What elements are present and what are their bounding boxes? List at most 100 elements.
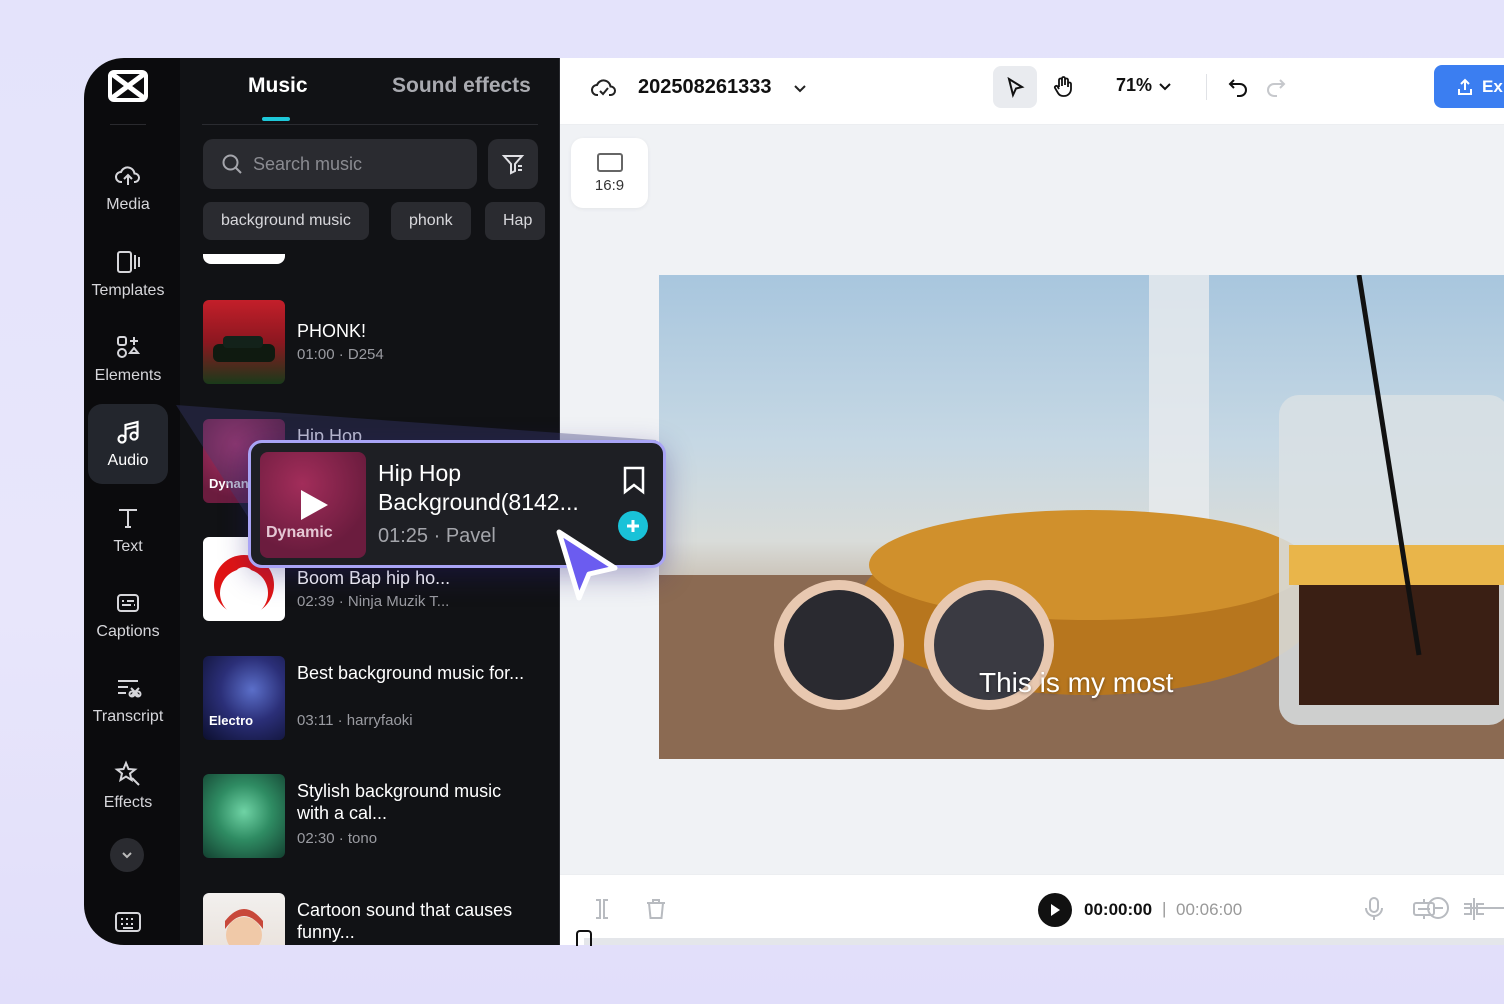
tab-music[interactable]: Music <box>248 74 308 98</box>
split-screen-icon[interactable] <box>1460 895 1488 923</box>
split-icon[interactable] <box>588 895 616 923</box>
delete-icon[interactable] <box>642 895 670 923</box>
export-icon <box>1458 78 1472 95</box>
nav-item-text[interactable]: Text <box>88 490 168 570</box>
previous-item-edge <box>203 254 285 264</box>
rail-divider <box>110 124 146 125</box>
genre-tag: Dynamic <box>266 524 333 541</box>
popup-thumbnail: Dynamic <box>260 452 366 558</box>
list-item[interactable]: Electro Best background music for... 03:… <box>203 656 543 740</box>
play-icon[interactable] <box>298 488 330 522</box>
chip-background-music[interactable]: background music <box>203 202 369 240</box>
filter-icon <box>501 155 525 175</box>
popup-meta: 01:25 · Pavel <box>378 525 496 547</box>
chip-happy[interactable]: Hap <box>485 202 545 240</box>
search-input[interactable] <box>253 153 453 175</box>
chip-phonk[interactable]: phonk <box>391 202 471 240</box>
track-thumbnail <box>203 774 285 858</box>
redo-icon[interactable] <box>1264 75 1288 99</box>
popup-title: Hip Hop Background(8142... <box>378 460 579 515</box>
nav-item-audio[interactable]: Audio <box>88 404 168 484</box>
undo-icon[interactable] <box>1226 75 1250 99</box>
search-box <box>203 139 477 189</box>
toolbar-divider <box>1206 74 1207 100</box>
bookmark-button[interactable] <box>617 463 651 497</box>
search-icon <box>222 154 242 174</box>
transcript-icon <box>118 680 142 698</box>
aspect-ratio-button[interactable]: 16:9 <box>571 138 648 208</box>
nav-item-captions[interactable]: Captions <box>88 575 168 655</box>
track-title: Boom Bap hip ho... <box>297 568 451 588</box>
timeline-track[interactable] <box>584 938 1504 945</box>
filter-button[interactable] <box>488 139 538 189</box>
cloud-upload-icon <box>115 166 140 185</box>
nav-item-label: Text <box>113 538 143 555</box>
nav-item-label: Media <box>106 196 150 213</box>
track-meta: 02:30 · tono <box>297 830 378 847</box>
cloud-sync-icon[interactable] <box>590 75 618 99</box>
pointer-icon <box>1007 76 1025 98</box>
video-canvas[interactable]: This is my most <box>659 275 1504 759</box>
genre-tag: Electro <box>209 713 254 728</box>
text-icon <box>119 509 137 528</box>
mouse-cursor-icon <box>556 529 618 601</box>
nav-item-effects[interactable]: Effects <box>88 746 168 826</box>
zoom-out-icon[interactable] <box>1424 894 1452 922</box>
nav-item-label: Transcript <box>92 708 164 725</box>
list-item[interactable]: Stylish background music with a cal... 0… <box>203 774 543 858</box>
nav-rail: Media Templates Elements Audio Text Capt… <box>84 58 180 945</box>
tab-sound-effects[interactable]: Sound effects <box>392 74 531 98</box>
nav-item-label: Elements <box>94 367 162 384</box>
music-note-icon <box>117 420 139 444</box>
export-button[interactable]: Ex <box>1434 65 1504 108</box>
nav-item-label: Effects <box>103 794 153 811</box>
track-meta: 03:11 · harryfaoki <box>297 712 413 729</box>
track-thumbnail: Electro <box>203 656 285 740</box>
list-item[interactable]: Cartoon sound that causes funny... <box>203 893 543 945</box>
active-tab-indicator <box>262 117 290 121</box>
list-item[interactable]: PHONK! 01:00 · D254 <box>203 300 543 384</box>
track-meta: 01:00 · D254 <box>297 346 384 363</box>
effects-icon <box>114 760 140 786</box>
nav-item-label: Templates <box>91 282 165 299</box>
nav-item-transcript[interactable]: Transcript <box>88 660 168 740</box>
time-separator: | <box>1162 899 1167 918</box>
keyboard-icon[interactable] <box>114 910 142 934</box>
zoom-slider[interactable] <box>1464 907 1504 909</box>
track-meta: 02:39 · Ninja Muzik T... <box>297 593 450 610</box>
project-name[interactable]: 202508261333 <box>638 76 771 99</box>
play-button[interactable] <box>1038 893 1072 927</box>
nav-item-label: Captions <box>96 623 160 640</box>
templates-icon <box>117 251 140 273</box>
nav-item-elements[interactable]: Elements <box>88 319 168 399</box>
top-toolbar: 202508261333 71% Ex <box>560 58 1504 125</box>
nav-item-media[interactable]: Media <box>88 148 168 228</box>
expand-more-button[interactable] <box>110 838 144 872</box>
captions-icon <box>117 594 139 612</box>
chevron-down-icon <box>122 852 132 859</box>
select-tool-button[interactable] <box>993 66 1037 108</box>
total-time: 00:06:00 <box>1176 900 1243 919</box>
hand-tool-button[interactable] <box>1041 66 1085 108</box>
chevron-down-icon[interactable] <box>792 80 808 96</box>
track-title: Stylish background music with a cal... <box>297 781 502 823</box>
track-title: Best background music for... <box>297 663 525 683</box>
hand-icon <box>1053 76 1072 97</box>
current-time: 00:00:00 <box>1084 900 1153 919</box>
ratio-icon <box>596 152 623 172</box>
nav-item-label: Audio <box>107 452 149 469</box>
capcut-logo <box>108 70 148 102</box>
plus-icon <box>627 520 639 532</box>
aspect-ratio-label: 16:9 <box>594 176 625 194</box>
playhead-handle[interactable] <box>576 930 592 946</box>
bookmark-icon <box>623 466 645 495</box>
video-caption[interactable]: This is my most <box>979 667 1173 699</box>
microphone-icon[interactable] <box>1360 895 1388 923</box>
elements-icon <box>117 336 141 358</box>
track-title: PHONK! <box>297 321 367 341</box>
zoom-select[interactable]: 71% <box>1116 75 1172 96</box>
track-thumbnail <box>203 893 285 945</box>
export-label: Ex <box>1482 76 1503 96</box>
track-title: Cartoon sound that causes funny... <box>297 900 513 942</box>
nav-item-templates[interactable]: Templates <box>88 234 168 314</box>
